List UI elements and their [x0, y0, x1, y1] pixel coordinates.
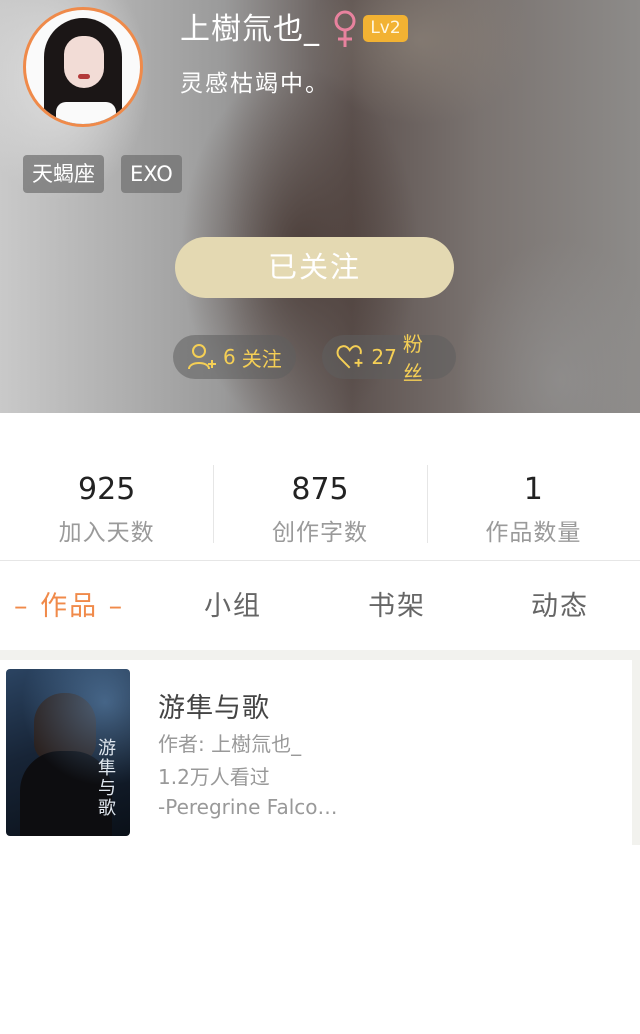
following-count-button[interactable]: 6 关注: [173, 335, 296, 379]
stat-label: 作品数量: [485, 520, 582, 546]
stats-bar: 925 加入天数 875 创作字数 1 作品数量: [0, 465, 640, 547]
tab-group[interactable]: 小组: [204, 582, 262, 632]
follow-button[interactable]: 已关注: [175, 237, 454, 298]
section-separator: [0, 650, 640, 660]
stat-value: 925: [78, 472, 136, 507]
cover-title: 游隼与歌: [98, 738, 116, 819]
book-author: 作者: 上樹氚也_: [158, 732, 302, 756]
divider: [0, 560, 640, 561]
stat-label: 创作字数: [271, 520, 368, 546]
stat-works-count: 1 作品数量: [426, 465, 640, 546]
tag-exo[interactable]: EXO: [121, 155, 182, 193]
following-label: 关注: [241, 346, 282, 371]
book-cover[interactable]: 游隼与歌: [6, 669, 130, 836]
stat-label: 加入天数: [58, 520, 155, 546]
heart-add-icon: [336, 345, 363, 369]
tab-activity[interactable]: 动态: [531, 582, 589, 632]
stat-value: 1: [523, 472, 543, 507]
book-description: -Peregrine Falco…: [158, 795, 338, 819]
stat-word-count: 875 创作字数: [213, 465, 426, 546]
book-title[interactable]: 游隼与歌: [158, 686, 270, 725]
avatar-face: [64, 36, 104, 88]
add-user-icon: [188, 344, 216, 370]
tag-zodiac[interactable]: 天蝎座: [23, 155, 104, 193]
stat-join-days: 925 加入天数: [0, 465, 213, 547]
fans-label: 粉丝: [402, 332, 423, 385]
username: 上樹氚也_: [180, 12, 320, 47]
stat-value: 875: [291, 472, 349, 507]
profile-tabs: – 作品 – 小组 书架 动态: [0, 582, 640, 632]
fans-count: 27: [371, 345, 397, 369]
tab-bookshelf[interactable]: 书架: [368, 582, 426, 632]
book-views: 1.2万人看过: [158, 765, 270, 789]
avatar-lips: [78, 74, 90, 79]
level-badge: Lv2: [363, 15, 408, 42]
female-icon: [334, 10, 356, 47]
following-count: 6: [223, 345, 236, 369]
fans-count-button[interactable]: 27 粉丝: [322, 332, 456, 385]
bio-text: 灵感枯竭中。: [180, 71, 330, 97]
profile-header: 上樹氚也_ Lv2 灵感枯竭中。 天蝎座 EXO 已关注 6 关注 27 粉丝: [0, 0, 640, 413]
avatar-shirt: [56, 102, 116, 124]
tab-works[interactable]: – 作品 –: [14, 582, 124, 632]
avatar[interactable]: [23, 7, 143, 127]
work-list-item[interactable]: 游隼与歌 游隼与歌 作者: 上樹氚也_ 1.2万人看过 -Peregrine F…: [0, 660, 640, 845]
